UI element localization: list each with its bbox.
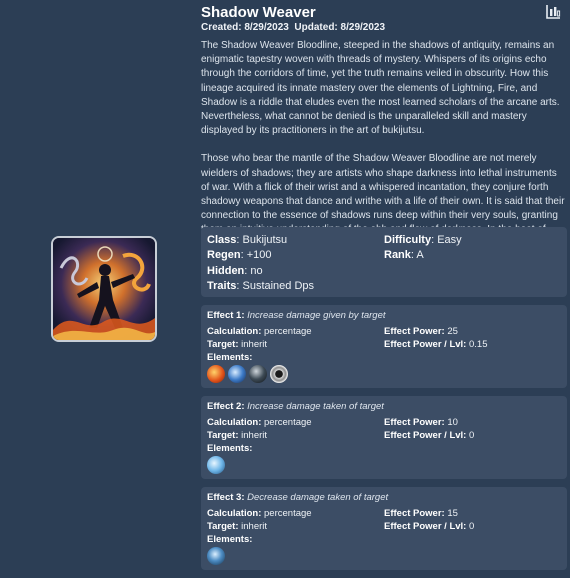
effect-elements-label: Elements: xyxy=(207,443,253,454)
effect-power-per-level: Effect Power / Lvl: 0 xyxy=(384,430,475,441)
effect-title: Effect 1: Increase damage given by targe… xyxy=(207,310,386,321)
effect-elements-label: Elements: xyxy=(207,352,253,363)
created-value: 8/29/2023 xyxy=(244,22,289,33)
effect-calculation: Calculation: percentage xyxy=(207,417,312,428)
effect-panel-3: Effect 3: Decrease damage taken of targe… xyxy=(201,487,567,570)
stat-difficulty: Difficulty: Easy xyxy=(384,234,462,246)
effect-target: Target: inherit xyxy=(207,339,268,350)
effect-title: Effect 3: Decrease damage taken of targe… xyxy=(207,492,389,503)
effect-power-per-level: Effect Power / Lvl: 0 xyxy=(384,521,475,532)
bar-chart-icon[interactable] xyxy=(545,4,561,20)
description-paragraph-1: The Shadow Weaver Bloodline, steeped in … xyxy=(201,40,560,137)
stat-rank: Rank: A xyxy=(384,249,424,261)
stat-traits: Traits: Sustained Dps xyxy=(207,280,315,292)
effect-power: Effect Power: 25 xyxy=(384,326,458,337)
stat-regen: Regen: +100 xyxy=(207,249,272,261)
ice-orb-icon xyxy=(207,456,225,474)
created-label: Created: xyxy=(201,22,242,33)
stats-panel: Class: Bukijutsu Difficulty: Easy Regen:… xyxy=(201,227,567,297)
effect-calculation: Calculation: percentage xyxy=(207,326,312,337)
effect-calculation: Calculation: percentage xyxy=(207,508,312,519)
effect-target: Target: inherit xyxy=(207,430,268,441)
effect-power: Effect Power: 15 xyxy=(384,508,458,519)
water-orb-icon xyxy=(207,547,225,565)
effect-title: Effect 2: Increase damage taken of targe… xyxy=(207,401,384,412)
page-title: Shadow Weaver xyxy=(201,4,316,21)
lightning-orb-icon xyxy=(228,365,246,383)
stat-hidden: Hidden: no xyxy=(207,265,263,277)
effect-power: Effect Power: 10 xyxy=(384,417,458,428)
effect-target: Target: inherit xyxy=(207,521,268,532)
effect-power-per-level: Effect Power / Lvl: 0.15 xyxy=(384,339,488,350)
void-ring-icon xyxy=(270,365,288,383)
stat-class: Class: Bukijutsu xyxy=(207,234,288,246)
effect-elements-label: Elements: xyxy=(207,534,253,545)
updated-value: 8/29/2023 xyxy=(340,22,386,33)
bloodline-details: Shadow Weaver Created: 8/29/2023 Updated… xyxy=(201,0,567,578)
bloodline-portrait xyxy=(51,236,157,342)
fire-orb-icon xyxy=(207,365,225,383)
dates-line: Created: 8/29/2023 Updated: 8/29/2023 xyxy=(201,22,385,33)
shadow-orb-icon xyxy=(249,365,267,383)
effect-panel-2: Effect 2: Increase damage taken of targe… xyxy=(201,396,567,479)
effect-panel-1: Effect 1: Increase damage given by targe… xyxy=(201,305,567,388)
updated-label: Updated: xyxy=(294,22,338,33)
portrait-column xyxy=(0,0,196,578)
